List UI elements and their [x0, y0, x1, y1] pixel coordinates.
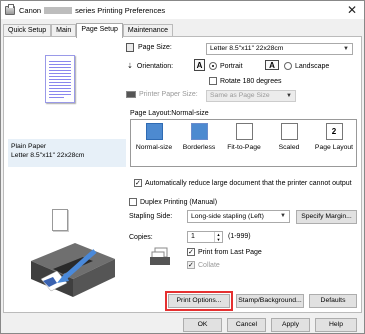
- normal-size-icon: [145, 123, 163, 140]
- highlight-box: [165, 291, 233, 311]
- orientation-label: Orientation:: [136, 62, 174, 70]
- stapling-row: Stapling Side:: [129, 213, 172, 220]
- layout-fit-to-page[interactable]: Fit-to-Page: [222, 123, 266, 151]
- title-suffix: series Printing Preferences: [75, 5, 166, 15]
- page-layout-label: Page Layout:Normal-size: [130, 110, 209, 117]
- printer-small-icon: [126, 91, 136, 98]
- page-preview: [45, 55, 75, 103]
- printer-paper-size-select: Same as Page Size ▼: [206, 90, 296, 102]
- page-layout-icon: 2: [325, 123, 343, 140]
- page-setup-panel: Plain Paper Letter 8.5"x11" 22x28cm Page…: [3, 36, 362, 313]
- defaults-button[interactable]: Defaults: [309, 294, 357, 308]
- collate-label: Collate: [198, 261, 220, 269]
- portrait-icon: A: [194, 59, 205, 71]
- portrait-option[interactable]: Portrait: [209, 62, 243, 70]
- printing-preferences-window: Canon series Printing Preferences ✕ Quic…: [0, 0, 365, 334]
- copies-range-text: (1-999): [228, 233, 251, 240]
- paper-type-text: Plain Paper: [11, 143, 47, 150]
- copies-input[interactable]: 1 ▲ ▼: [187, 231, 223, 243]
- window-title: Canon series Printing Preferences: [19, 6, 165, 15]
- ok-button[interactable]: OK: [183, 318, 222, 332]
- stapling-select[interactable]: Long-side stapling (Left) ▼: [187, 210, 290, 223]
- auto-reduce-label: Automatically reduce large document that…: [145, 179, 352, 187]
- page-size-label: Page Size:: [126, 43, 172, 52]
- layout-label: Scaled: [278, 144, 300, 151]
- copies-label: Copies:: [129, 234, 153, 241]
- orientation-row: ⇣ Orientation:: [127, 62, 174, 71]
- copies-range: (1-999): [228, 233, 251, 240]
- chevron-down-icon: ▼: [280, 213, 286, 219]
- redacted-model: [44, 6, 73, 14]
- chevron-down-icon: ▼: [286, 93, 292, 99]
- printer-paper-size-label: Printer Paper Size:: [139, 91, 198, 98]
- landscape-label: Landscape: [295, 62, 330, 70]
- title-bar: Canon series Printing Preferences ✕: [1, 1, 364, 19]
- copies-stack-icon: [150, 247, 170, 265]
- layout-label: Fit-to-Page: [227, 144, 261, 151]
- portrait-radio[interactable]: [209, 62, 217, 70]
- tab-strip: Quick Setup Main Page Setup Maintenance: [3, 23, 174, 38]
- printer-icon: [31, 243, 115, 297]
- page-size-text: Page Size:: [138, 44, 172, 51]
- copies-value: 1: [191, 233, 195, 240]
- paper-info: Plain Paper Letter 8.5"x11" 22x28cm: [8, 139, 126, 167]
- paper-size-text: Letter 8.5"x11" 22x28cm: [11, 152, 85, 159]
- cancel-button[interactable]: Cancel: [227, 318, 266, 332]
- fit-to-page-icon: [235, 123, 253, 140]
- help-button[interactable]: Help: [315, 318, 357, 332]
- duplex-label: Duplex Printing (Manual): [140, 198, 218, 206]
- collate-checkbox: [187, 261, 195, 269]
- page-size-select[interactable]: Letter 8.5"x11" 22x28cm ▼: [206, 43, 353, 55]
- borderless-icon: [190, 123, 208, 140]
- copies-spinner-icon[interactable]: ▲ ▼: [214, 232, 222, 242]
- chevron-down-icon: ▼: [343, 46, 349, 52]
- scaled-icon: [280, 123, 298, 140]
- specify-margin-button[interactable]: Specify Margin...: [296, 210, 357, 224]
- landscape-option[interactable]: Landscape: [284, 62, 329, 70]
- tab-page-setup[interactable]: Page Setup: [76, 23, 123, 38]
- stapling-label: Stapling Side:: [129, 213, 173, 220]
- layout-scaled[interactable]: Scaled: [267, 123, 311, 151]
- printer-paper-size-value: Same as Page Size: [210, 92, 270, 99]
- print-last-label: Print from Last Page: [198, 248, 262, 256]
- preview-area: Plain Paper Letter 8.5"x11" 22x28cm: [8, 41, 126, 311]
- rotate-label: Rotate 180 degrees: [220, 77, 282, 85]
- printer-app-icon: [5, 3, 15, 15]
- print-last-checkbox[interactable]: [187, 248, 195, 256]
- collate-option: Collate: [187, 261, 220, 269]
- auto-reduce-option[interactable]: Automatically reduce large document that…: [134, 179, 352, 187]
- stapling-value: Long-side stapling (Left): [191, 213, 264, 220]
- layout-label: Normal-size: [135, 144, 173, 151]
- title-prefix: Canon: [19, 5, 42, 15]
- copies-row: Copies:: [129, 234, 153, 241]
- page-size-icon: [126, 43, 134, 52]
- layout-page-layout[interactable]: 2 Page Layout: [312, 123, 356, 151]
- rotate-checkbox[interactable]: [209, 77, 217, 85]
- page-layout-list: Normal-size Borderless Fit-to-Page Scale…: [130, 119, 357, 167]
- layout-normal-size[interactable]: Normal-size: [132, 123, 176, 151]
- duplex-option[interactable]: Duplex Printing (Manual): [129, 198, 217, 206]
- landscape-radio[interactable]: [284, 62, 292, 70]
- close-icon[interactable]: ✕: [344, 2, 360, 18]
- portrait-label: Portrait: [220, 62, 243, 70]
- stamp-background-button[interactable]: Stamp/Background...: [236, 294, 304, 308]
- rotate-option[interactable]: Rotate 180 degrees: [209, 77, 282, 85]
- landscape-icon: A: [265, 60, 279, 70]
- layout-label: Borderless: [182, 144, 216, 151]
- duplex-checkbox[interactable]: [129, 198, 137, 206]
- layout-label: Page Layout: [314, 144, 354, 151]
- printer-paper-size-row: Printer Paper Size:: [126, 91, 198, 98]
- page-layout-row: Page Layout:Normal-size: [130, 110, 209, 117]
- print-last-option[interactable]: Print from Last Page: [187, 248, 262, 256]
- apply-button[interactable]: Apply: [271, 318, 310, 332]
- auto-reduce-checkbox[interactable]: [134, 179, 142, 187]
- layout-borderless[interactable]: Borderless: [177, 123, 221, 151]
- page-size-value: Letter 8.5"x11" 22x28cm: [210, 45, 284, 52]
- arrow-icon: ⇣: [127, 63, 133, 70]
